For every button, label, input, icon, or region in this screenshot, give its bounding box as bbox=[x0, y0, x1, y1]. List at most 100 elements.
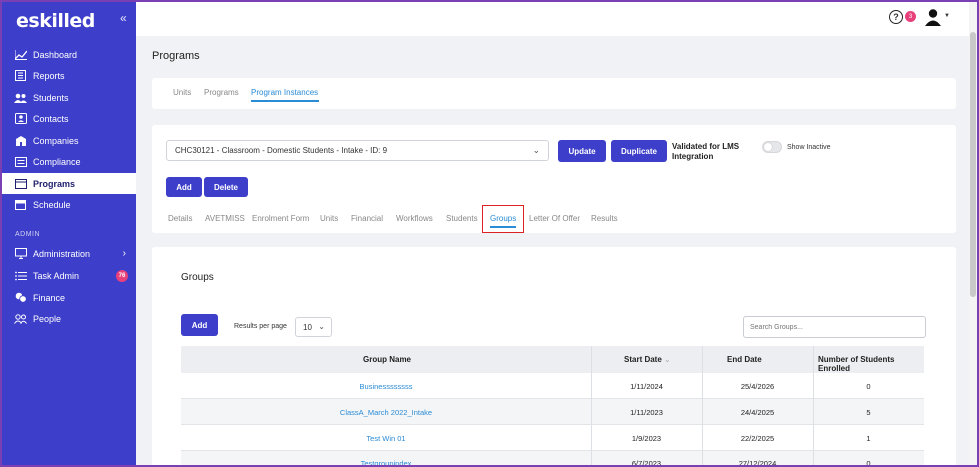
scrollbar-thumb[interactable] bbox=[970, 32, 976, 297]
subtab-avetmiss[interactable]: AVETMISS bbox=[205, 214, 245, 223]
subtab-details[interactable]: Details bbox=[168, 214, 192, 223]
active-tab-indicator bbox=[251, 100, 319, 102]
collapse-sidebar-icon[interactable]: « bbox=[120, 11, 127, 25]
top-bar: ? 3 ▼ bbox=[136, 2, 969, 36]
sidebar-item-compliance[interactable]: Compliance bbox=[2, 151, 136, 172]
notification-badge: 3 bbox=[905, 11, 916, 22]
sidebar-item-label: Compliance bbox=[33, 156, 81, 167]
show-inactive-toggle[interactable] bbox=[762, 141, 782, 153]
subtab-results[interactable]: Results bbox=[591, 214, 618, 223]
chart-line-icon bbox=[14, 49, 27, 60]
coins-icon bbox=[14, 292, 27, 303]
add-group-button[interactable]: Add bbox=[181, 314, 218, 336]
sidebar-item-task-admin[interactable]: Task Admin 76 bbox=[2, 265, 136, 286]
subtab-letter-of-offer[interactable]: Letter Of Offer bbox=[529, 214, 580, 223]
groups-card: Groups Add Results per page 10 ⌄ Group N… bbox=[152, 247, 956, 467]
selected-instance: CHC30121 - Classroom - Domestic Students… bbox=[175, 146, 388, 155]
col-start-date[interactable]: Start Date bbox=[624, 355, 662, 364]
sidebar-item-reports[interactable]: Reports bbox=[2, 65, 136, 86]
column-divider bbox=[591, 346, 592, 467]
group-name-link[interactable]: Businessssssss bbox=[181, 382, 591, 391]
subtab-financial[interactable]: Financial bbox=[351, 214, 383, 223]
chevron-right-icon: › bbox=[122, 248, 126, 259]
group-name-link[interactable]: Testgroupindex bbox=[181, 459, 591, 467]
compliance-icon bbox=[14, 156, 27, 167]
monitor-icon bbox=[14, 248, 27, 259]
subtab-enrolment-form[interactable]: Enrolment Form bbox=[252, 214, 309, 223]
lms-validated-label: Validated for LMS Integration bbox=[672, 142, 740, 161]
help-icon[interactable]: ? bbox=[889, 10, 903, 24]
tab-program-instances[interactable]: Program Instances bbox=[251, 88, 318, 97]
end-date: 24/4/2025 bbox=[740, 408, 775, 417]
users-icon bbox=[14, 92, 27, 103]
calendar-icon bbox=[14, 199, 27, 210]
task-count-badge: 76 bbox=[116, 269, 128, 282]
start-date: 1/9/2023 bbox=[631, 434, 662, 443]
subtab-students[interactable]: Students bbox=[446, 214, 478, 223]
subtab-units[interactable]: Units bbox=[320, 214, 338, 223]
program-instance-card: CHC30121 - Classroom - Domestic Students… bbox=[152, 125, 956, 233]
sidebar-item-label: People bbox=[33, 313, 62, 324]
admin-section-heading: ADMIN bbox=[15, 231, 41, 238]
group-name-link[interactable]: ClassA_March 2022_Intake bbox=[181, 408, 591, 417]
duplicate-button[interactable]: Duplicate bbox=[611, 140, 667, 162]
caret-down-icon[interactable]: ▼ bbox=[944, 13, 950, 19]
sidebar-item-label: Programs bbox=[33, 178, 76, 189]
start-date: 1/11/2024 bbox=[630, 382, 663, 391]
sidebar-item-students[interactable]: Students bbox=[2, 87, 136, 108]
sidebar-item-label: Administration bbox=[33, 248, 91, 259]
sidebar-item-programs[interactable]: Programs bbox=[2, 173, 136, 194]
contacts-icon bbox=[14, 113, 27, 124]
sidebar-item-finance[interactable]: Finance bbox=[2, 287, 136, 308]
results-per-page-value: 10 bbox=[303, 322, 312, 332]
col-end-date[interactable]: End Date bbox=[727, 355, 762, 364]
sidebar: eskilled « Dashboard Reports Students Co… bbox=[2, 2, 136, 465]
add-instance-button[interactable]: Add bbox=[166, 177, 202, 197]
results-per-page-label: Results per page bbox=[234, 323, 287, 330]
people-icon bbox=[14, 313, 27, 324]
sidebar-item-schedule[interactable]: Schedule bbox=[2, 194, 136, 215]
col-students-enrolled[interactable]: Number of Students Enrolled bbox=[818, 355, 924, 373]
tab-programs[interactable]: Programs bbox=[204, 88, 239, 97]
report-icon bbox=[14, 70, 27, 81]
group-name-link[interactable]: Test Win 01 bbox=[181, 434, 591, 443]
start-date: 1/11/2023 bbox=[630, 408, 663, 417]
column-divider bbox=[702, 346, 703, 467]
sidebar-item-companies[interactable]: Companies bbox=[2, 130, 136, 151]
delete-instance-button[interactable]: Delete bbox=[204, 177, 248, 197]
scrollbar[interactable] bbox=[969, 2, 977, 465]
students-enrolled: 1 bbox=[866, 434, 871, 443]
show-inactive-label: Show Inactive bbox=[787, 144, 831, 151]
program-instance-select[interactable]: CHC30121 - Classroom - Domestic Students… bbox=[166, 140, 549, 161]
page-title: Programs bbox=[152, 50, 200, 62]
list-icon bbox=[14, 270, 27, 281]
programs-icon bbox=[14, 178, 27, 189]
groups-title: Groups bbox=[181, 272, 214, 283]
sidebar-item-label: Reports bbox=[33, 70, 65, 81]
sidebar-item-label: Contacts bbox=[33, 113, 69, 124]
update-button[interactable]: Update bbox=[558, 140, 606, 162]
sidebar-item-label: Dashboard bbox=[33, 49, 78, 60]
students-enrolled: 0 bbox=[866, 459, 871, 467]
building-icon bbox=[14, 135, 27, 146]
sidebar-item-dashboard[interactable]: Dashboard bbox=[2, 44, 136, 65]
tab-units[interactable]: Units bbox=[173, 88, 191, 97]
sidebar-item-label: Finance bbox=[33, 292, 66, 303]
col-group-name[interactable]: Group Name bbox=[363, 355, 411, 364]
sidebar-item-administration[interactable]: Administration › bbox=[2, 243, 136, 264]
students-enrolled: 0 bbox=[866, 382, 871, 391]
sidebar-item-people[interactable]: People bbox=[2, 308, 136, 329]
subtab-workflows[interactable]: Workflows bbox=[396, 214, 433, 223]
program-tabs-card: Units Programs Program Instances bbox=[152, 78, 956, 109]
results-per-page-select[interactable]: 10 ⌄ bbox=[295, 317, 332, 337]
chevron-down-icon: ⌄ bbox=[318, 322, 325, 331]
user-avatar-icon[interactable] bbox=[924, 8, 942, 26]
end-date: 27/12/2024 bbox=[738, 459, 777, 467]
column-divider bbox=[813, 346, 814, 467]
sidebar-item-contacts[interactable]: Contacts bbox=[2, 108, 136, 129]
sidebar-item-label: Schedule bbox=[33, 199, 71, 210]
sort-caret-icon[interactable]: ⌄ bbox=[664, 355, 671, 364]
search-groups-input[interactable] bbox=[743, 316, 926, 338]
logo[interactable]: eskilled bbox=[16, 10, 95, 32]
end-date: 22/2/2025 bbox=[740, 434, 775, 443]
